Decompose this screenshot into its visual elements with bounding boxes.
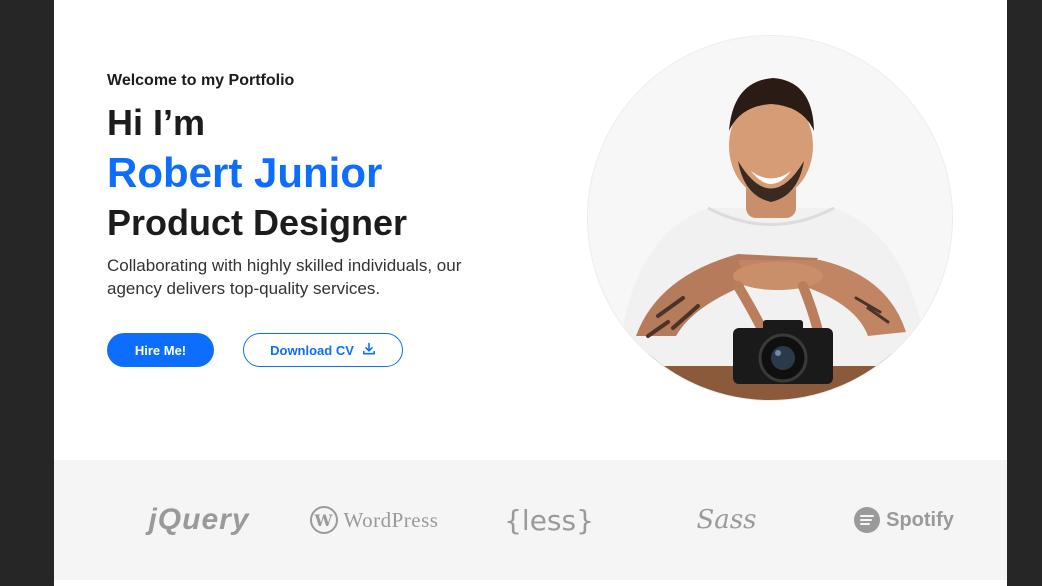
bottom-strip <box>54 580 1007 586</box>
jquery-logo: jQuery <box>148 503 250 536</box>
name-heading: Robert Junior <box>107 149 383 196</box>
role-heading: Product Designer <box>107 202 408 243</box>
page: Welcome to my Portfolio Hi I’m Robert Ju… <box>54 0 1007 586</box>
hire-me-button[interactable]: Hire Me! <box>107 333 214 367</box>
wordpress-logo-icon: W <box>309 506 338 534</box>
download-cv-label: Download CV <box>270 342 354 358</box>
download-icon <box>362 342 376 359</box>
profile-photo <box>587 35 953 401</box>
hero-description: Collaborating with highly skilled indivi… <box>107 256 462 298</box>
hero-section: Welcome to my Portfolio Hi I’m Robert Ju… <box>54 0 1007 460</box>
spotify-wordmark: Spotify <box>886 508 954 531</box>
less-logo: {less} <box>504 503 594 537</box>
spotify-logo: Spotify <box>854 500 954 540</box>
greeting-heading: Hi I’m <box>107 102 206 143</box>
download-cv-button[interactable]: Download CV <box>243 333 403 367</box>
wordpress-logo: W WordPress <box>299 500 449 540</box>
sass-logo: Sass <box>696 505 757 535</box>
spotify-logo-icon <box>854 507 881 533</box>
welcome-text: Welcome to my Portfolio <box>107 72 295 89</box>
wordpress-wordmark: WordPress <box>343 507 439 532</box>
